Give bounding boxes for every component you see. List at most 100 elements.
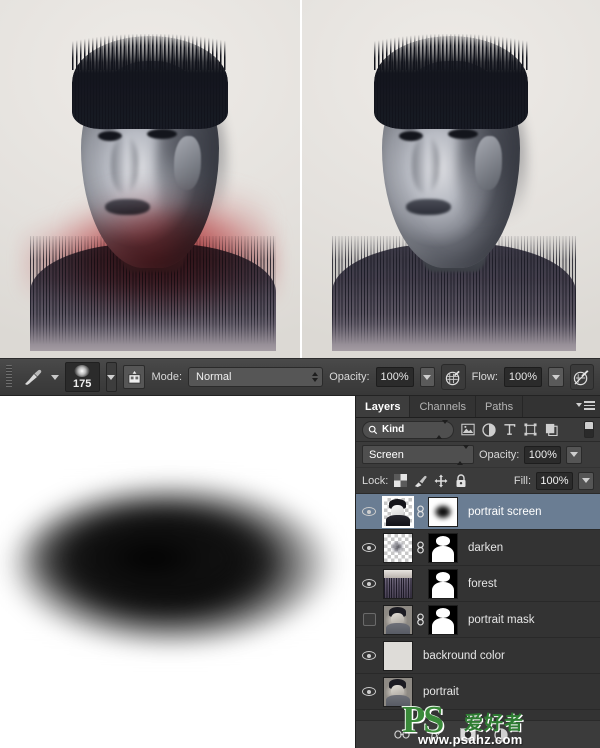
layer-name: forest	[468, 577, 497, 590]
layer-opacity-dropdown-arrow[interactable]	[566, 445, 583, 464]
layer-mask-link-icon[interactable]	[416, 541, 425, 554]
layer-mask-link-icon[interactable]	[416, 613, 425, 626]
tablet-pressure-size-icon[interactable]	[123, 365, 146, 389]
layer-list: portrait screen darken forest portrait m…	[356, 494, 600, 710]
artwork-after-blend[interactable]	[300, 0, 600, 358]
toolbar-grip[interactable]	[6, 365, 13, 389]
image-filter-icon[interactable]	[460, 422, 475, 437]
portrait-eye-right	[147, 128, 177, 139]
tab-paths[interactable]: Paths	[475, 396, 524, 417]
layer-visibility-toggle[interactable]	[358, 579, 380, 588]
layers-panel: Layers Channels Paths Kind Screen Opacit…	[355, 396, 600, 748]
adjustment-filter-icon[interactable]	[481, 422, 496, 437]
tablet-pressure-opacity-icon[interactable]	[569, 364, 594, 390]
eye-icon	[362, 651, 376, 660]
search-icon	[368, 425, 378, 434]
new-adjustment-layer-icon[interactable]	[493, 727, 509, 743]
brush-size-preview[interactable]: 175	[64, 362, 100, 392]
filter-kind-select[interactable]: Kind	[362, 420, 454, 439]
layer-row[interactable]: darken	[356, 530, 600, 566]
opacity-label: Opacity:	[329, 371, 370, 383]
brush-size-dropdown-arrow[interactable]	[105, 362, 118, 392]
layer-visibility-toggle[interactable]	[358, 651, 380, 660]
layer-mask-thumbnail[interactable]	[428, 604, 458, 635]
eye-icon	[362, 507, 376, 516]
layer-mask-preview[interactable]	[0, 396, 355, 748]
portrait-eye-right	[448, 128, 478, 139]
layer-mask-thumbnail[interactable]	[428, 568, 458, 599]
layer-visibility-toggle[interactable]	[358, 613, 380, 626]
lock-transparent-pixels-icon[interactable]	[393, 473, 408, 488]
mode-label: Mode:	[151, 371, 183, 383]
chevron-updown-icon	[312, 372, 319, 382]
tab-layers[interactable]: Layers	[356, 396, 411, 417]
shape-filter-icon[interactable]	[523, 422, 538, 437]
layer-lock-row: Lock: Fill: 100%	[356, 468, 600, 494]
fill-input[interactable]: 100%	[536, 471, 573, 490]
lock-image-pixels-icon[interactable]	[413, 473, 428, 488]
layer-style-fx-icon[interactable]: fx	[427, 727, 443, 743]
eye-icon	[362, 687, 376, 696]
layer-thumbnail[interactable]	[383, 676, 413, 707]
link-layers-icon[interactable]	[394, 727, 410, 743]
layer-opacity-label: Opacity:	[479, 448, 520, 461]
portrait-forest-hair-treetops	[72, 34, 228, 70]
portrait-nose	[412, 136, 440, 194]
opacity-input[interactable]: 100%	[375, 367, 414, 387]
opacity-dropdown-arrow[interactable]	[419, 367, 436, 387]
layer-mask-thumbnail[interactable]	[428, 532, 458, 563]
fill-label: Fill:	[513, 474, 531, 487]
fill-dropdown-arrow[interactable]	[578, 471, 594, 490]
brush-size-value: 175	[73, 378, 92, 390]
layer-mask-link-icon[interactable]	[416, 505, 425, 518]
filter-enable-toggle[interactable]	[584, 421, 594, 438]
layer-thumbnail[interactable]	[382, 495, 414, 528]
layer-row[interactable]: portrait	[356, 674, 600, 710]
layer-blend-row: Screen Opacity: 100%	[356, 442, 600, 468]
layer-thumbnail[interactable]	[383, 532, 413, 563]
blend-mode-select[interactable]: Normal	[188, 367, 324, 387]
layer-thumbnail[interactable]	[383, 604, 413, 635]
layer-mask-thumbnail[interactable]	[428, 496, 458, 527]
flow-input[interactable]: 100%	[503, 367, 542, 387]
layer-visibility-toggle[interactable]	[358, 687, 380, 696]
brush-options-bar: 175 Mode: Normal Opacity: 100% Flow: 100…	[0, 358, 600, 396]
filter-kind-label: Kind	[382, 424, 405, 435]
tab-channels[interactable]: Channels	[410, 396, 476, 417]
layer-visibility-toggle[interactable]	[358, 507, 380, 516]
portrait-forest-hair-treetops	[373, 34, 529, 70]
hamburger-icon	[584, 401, 595, 410]
chevron-updown-icon	[436, 420, 448, 439]
layer-name: portrait	[423, 685, 459, 698]
flow-dropdown-arrow[interactable]	[547, 367, 564, 387]
brush-preset-picker-arrow[interactable]	[50, 374, 59, 380]
panel-menu-button[interactable]	[576, 401, 595, 410]
layer-name: portrait mask	[468, 613, 535, 626]
layer-thumbnail[interactable]	[383, 568, 413, 599]
layer-row[interactable]: backround color	[356, 638, 600, 674]
add-layer-mask-icon[interactable]	[460, 727, 476, 743]
lock-label: Lock:	[362, 474, 389, 487]
layer-opacity-input[interactable]: 100%	[524, 445, 562, 464]
layer-row[interactable]: forest	[356, 566, 600, 602]
brush-tool-icon[interactable]	[20, 366, 44, 388]
flow-label: Flow:	[471, 371, 498, 383]
red-brush-stroke	[18, 207, 282, 323]
layer-thumbnail[interactable]	[383, 640, 413, 671]
smart-object-filter-icon[interactable]	[544, 422, 559, 437]
type-filter-icon[interactable]	[502, 422, 517, 437]
lock-all-icon[interactable]	[453, 473, 468, 488]
eye-off-icon	[362, 613, 376, 626]
artwork-before-red-strokes[interactable]	[0, 0, 300, 358]
layer-filter-row: Kind	[356, 418, 600, 442]
airbrush-icon[interactable]	[441, 364, 466, 390]
layer-row[interactable]: portrait screen	[356, 494, 600, 530]
layer-row[interactable]: portrait mask	[356, 602, 600, 638]
lock-position-icon[interactable]	[433, 473, 448, 488]
eye-icon	[362, 543, 376, 552]
layer-visibility-toggle[interactable]	[358, 543, 380, 552]
eye-icon	[362, 579, 376, 588]
layer-blend-mode-select[interactable]: Screen	[362, 444, 474, 465]
mask-black-blob-core	[21, 501, 284, 615]
layer-name: darken	[468, 541, 504, 554]
